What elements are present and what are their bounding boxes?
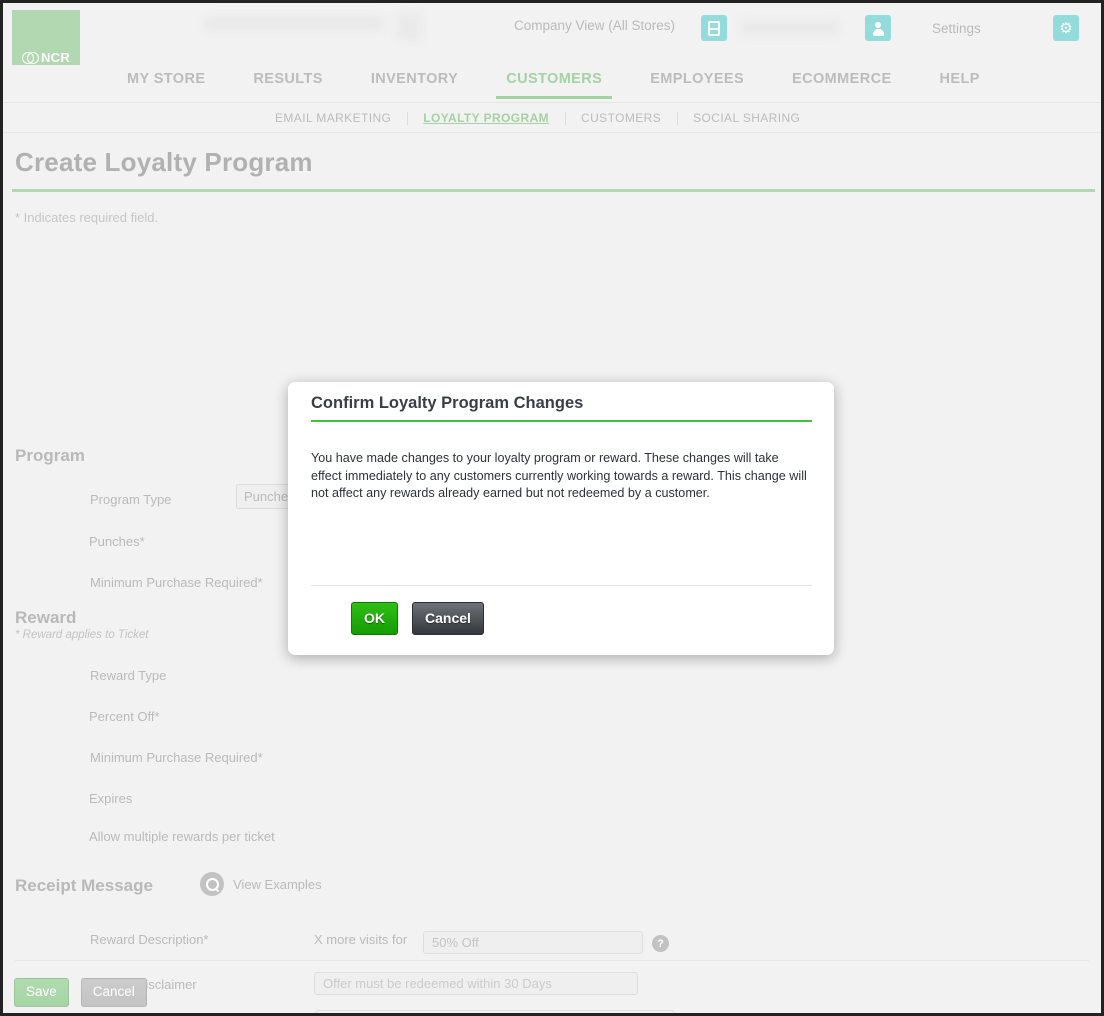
modal-body-text: You have made changes to your loyalty pr… — [311, 451, 807, 500]
modal-cancel-button[interactable]: Cancel — [412, 602, 484, 635]
modal-actions: OK Cancel — [351, 602, 484, 635]
modal-ok-button[interactable]: OK — [351, 602, 398, 635]
application-window: NCR Company View (All Stores) Settings ⚙… — [0, 0, 1104, 1016]
modal-title-divider — [311, 420, 812, 422]
modal-title: Confirm Loyalty Program Changes — [311, 394, 584, 412]
confirm-loyalty-changes-dialog: Confirm Loyalty Program Changes You have… — [288, 382, 834, 655]
modal-footer-divider — [311, 585, 812, 586]
